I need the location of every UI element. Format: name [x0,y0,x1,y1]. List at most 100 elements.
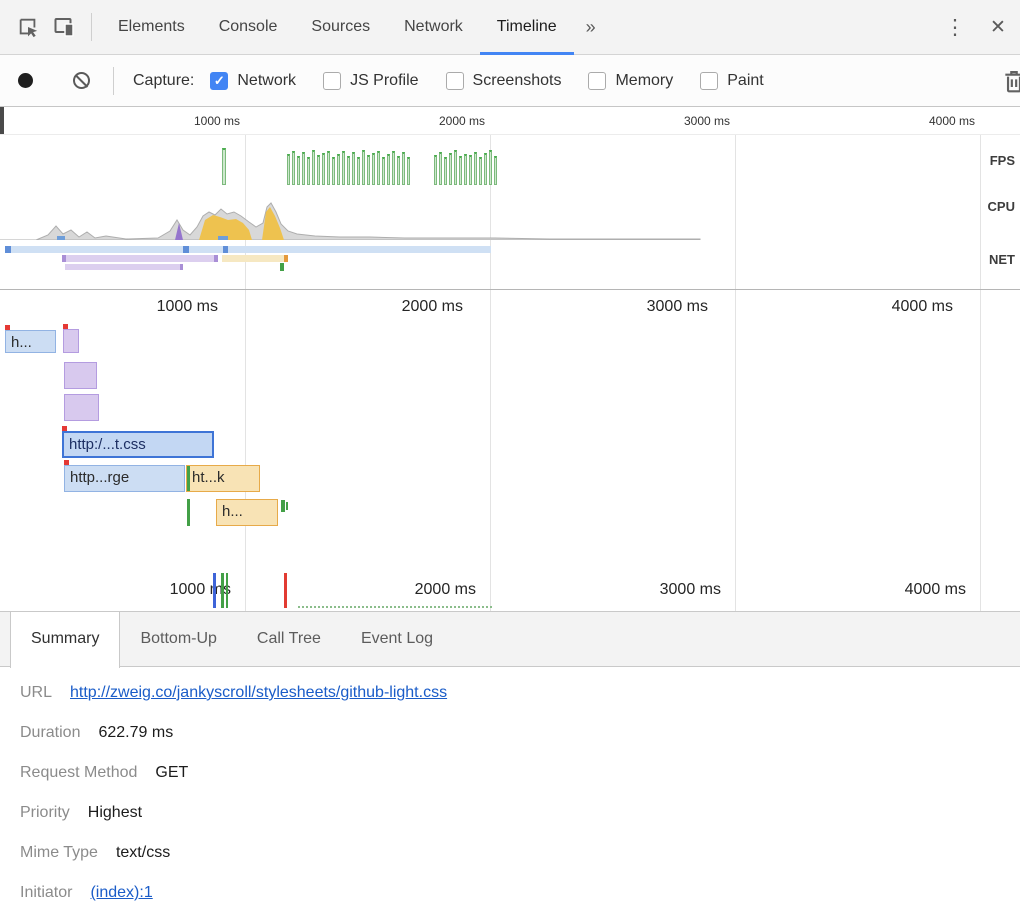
network-request-bar[interactable]: h... [5,330,56,353]
checkbox-unchecked-icon[interactable] [323,72,341,90]
summary-value: GET [155,764,188,782]
net-activity-bar [222,255,288,262]
ruler-label: 4000 ms [735,570,980,611]
fps-bar [312,150,315,185]
detail-tab-summary[interactable]: Summary [10,612,120,668]
net-activity-mark [183,246,189,253]
checkbox-checked-icon[interactable]: ✓ [210,72,228,90]
detail-tab-bar: SummaryBottom-UpCall TreeEvent Log [0,612,1020,667]
red-marker [64,460,69,465]
ruler-label: 2000 ms [245,290,490,322]
capture-checkbox-label: Network [237,72,296,90]
ruler-label: 1000 ms [0,290,245,322]
ruler-label: 4000 ms [735,290,980,322]
tab-overflow-button[interactable]: » [574,0,608,54]
capture-checkbox-paint[interactable]: Paint [700,72,763,90]
net-activity-mark [284,255,288,262]
fps-bar [464,154,467,185]
fps-bar [434,155,437,185]
net-row-label: NET [989,252,1015,267]
summary-link[interactable]: http://zweig.co/jankyscroll/stylesheets/… [70,684,447,702]
fps-bar [469,155,472,185]
more-options-button[interactable]: ⋮ [934,15,976,40]
capture-label: Capture: [133,72,194,90]
green-marker [281,500,285,512]
dcl-marker [221,573,224,608]
summary-label: Priority [20,804,70,822]
green-marker [187,499,190,526]
network-request-bar[interactable]: ht...k [186,465,260,492]
fps-bar [287,154,290,185]
fps-bar [327,151,330,185]
fps-bar [459,156,462,185]
summary-row-duration: Duration622.79 ms [20,713,1020,753]
record-button[interactable] [18,73,33,88]
fps-bar [332,157,335,185]
clear-button[interactable] [73,72,90,89]
net-activity-mark [223,246,228,253]
net-activity-mark [5,246,11,253]
fps-bar [337,154,340,185]
summary-row-priority: PriorityHighest [20,793,1020,833]
fps-bar [317,155,320,185]
detail-tab-bottom-up[interactable]: Bottom-Up [120,612,236,666]
overview-ruler: 1000 ms2000 ms3000 ms4000 ms [0,107,1020,135]
device-toolbar-button[interactable] [46,9,82,45]
summary-label: Initiator [20,884,72,902]
cpu-loading-area [218,236,228,240]
capture-checkbox-js-profile[interactable]: JS Profile [323,72,418,90]
green-marker [187,466,190,491]
capture-checkbox-network[interactable]: ✓ Network [210,72,296,90]
fps-bar [449,153,452,185]
fps-bar [352,152,355,185]
net-activity-mark [180,264,183,270]
capture-checkbox-screenshots[interactable]: Screenshots [446,72,562,90]
mini-timeline[interactable]: 1000 ms2000 ms3000 ms4000 ms [0,570,1020,612]
network-request-bar[interactable] [64,394,99,421]
capture-checkbox-label: JS Profile [350,72,418,90]
summary-pane: URL http://zweig.co/jankyscroll/styleshee… [0,667,1020,913]
detail-tab-call-tree[interactable]: Call Tree [237,612,341,666]
fps-bar [474,152,477,185]
summary-link[interactable]: (index):1 [90,884,152,902]
red-marker [62,426,67,431]
capture-toolbar: Capture: ✓ Network JS Profile Screenshots Me… [0,55,1020,107]
network-request-bar[interactable]: h... [216,499,278,526]
ruler-label: 2000 ms [245,570,490,611]
summary-label: Mime Type [20,844,98,862]
detail-tab-event-log[interactable]: Event Log [341,612,453,666]
summary-row-mime-type: Mime Type text/css [20,833,1020,873]
cpu-row-label: CPU [988,199,1015,214]
network-request-bar[interactable] [64,362,97,389]
dcl-marker [226,573,228,608]
fps-bar [347,156,350,185]
tab-sources[interactable]: Sources [294,0,387,55]
inspect-element-button[interactable] [10,9,46,45]
overview-pane[interactable]: 1000 ms2000 ms3000 ms4000 ms FPS CPU NET [0,107,1020,290]
fps-bar [382,157,385,185]
cpu-chart [0,190,1020,240]
network-request-bar-selected[interactable]: http:/...t.css [62,431,214,458]
summary-value: text/css [116,844,170,862]
fps-bar [372,153,375,185]
capture-checkbox-label: Memory [615,72,673,90]
close-devtools-button[interactable]: ✕ [976,16,1020,39]
fps-bar [307,157,310,185]
checkbox-unchecked-icon[interactable] [588,72,606,90]
fps-bar [494,156,497,185]
checkbox-unchecked-icon[interactable] [446,72,464,90]
fps-bar [484,153,487,185]
summary-label: URL [20,684,52,702]
flame-chart[interactable]: 1000 ms2000 ms3000 ms4000 ms h...http:/.… [0,290,1020,570]
capture-checkbox-memory[interactable]: Memory [588,72,673,90]
tab-elements[interactable]: Elements [101,0,202,55]
garbage-collect-button[interactable] [1001,68,1020,94]
network-request-bar[interactable] [63,329,79,353]
fps-bar [489,150,492,185]
fps-bar [297,156,300,185]
network-request-bar[interactable]: http...rge [64,465,185,492]
tab-console[interactable]: Console [202,0,295,55]
tab-timeline[interactable]: Timeline [480,0,574,55]
tab-network[interactable]: Network [387,0,480,55]
checkbox-unchecked-icon[interactable] [700,72,718,90]
